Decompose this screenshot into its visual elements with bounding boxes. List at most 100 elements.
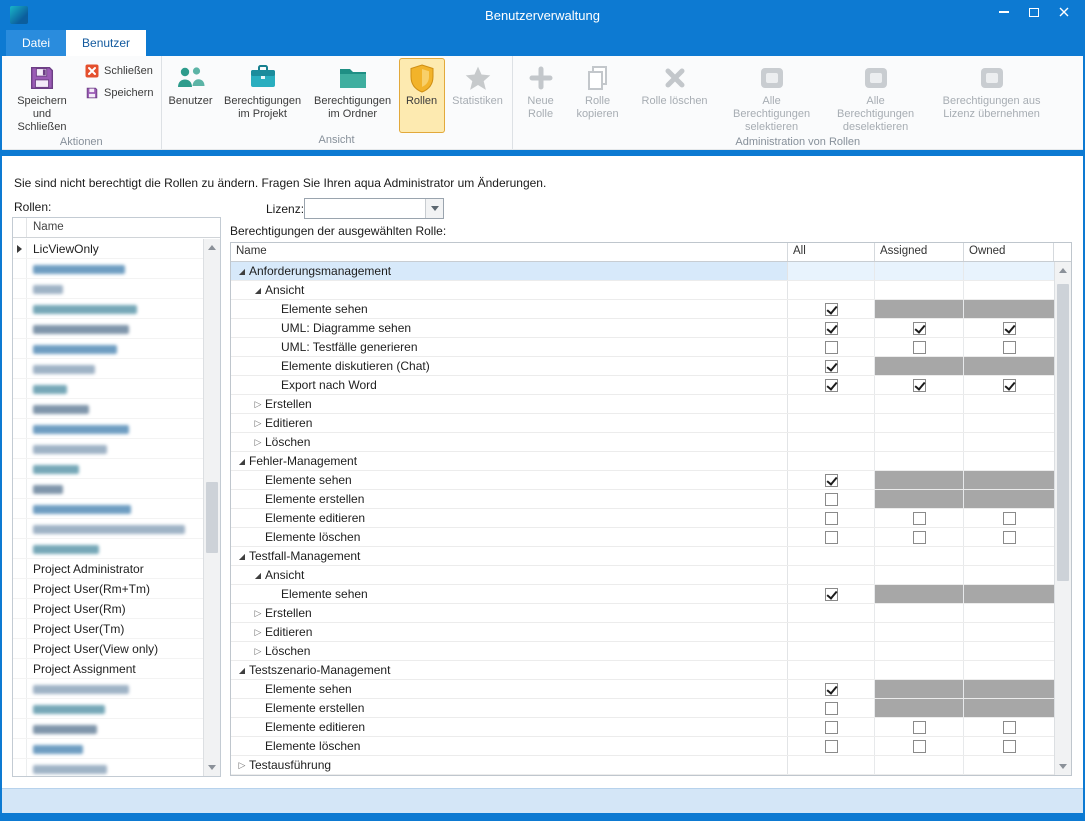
- permission-row[interactable]: Testfall-Management: [231, 547, 1054, 566]
- tree-expander-icon[interactable]: [251, 571, 265, 580]
- checkbox-unchecked[interactable]: [1003, 341, 1016, 354]
- benutzer-button[interactable]: Benutzer: [165, 58, 217, 133]
- role-list-item[interactable]: [13, 339, 203, 359]
- column-header-assigned[interactable]: Assigned: [875, 243, 964, 261]
- column-header-name[interactable]: Name: [231, 243, 788, 261]
- checkbox-unchecked[interactable]: [913, 740, 926, 753]
- checkbox-unchecked[interactable]: [825, 531, 838, 544]
- permission-row[interactable]: Elemente sehen: [231, 300, 1054, 319]
- permission-row[interactable]: Löschen: [231, 642, 1054, 661]
- permissions-scroll-up-button[interactable]: [1055, 262, 1072, 279]
- permission-row[interactable]: Ansicht: [231, 281, 1054, 300]
- role-list-item[interactable]: [13, 399, 203, 419]
- checkbox-checked[interactable]: [825, 474, 838, 487]
- checkbox-unchecked[interactable]: [825, 740, 838, 753]
- permission-row[interactable]: Testszenario-Management: [231, 661, 1054, 680]
- permission-row[interactable]: Editieren: [231, 414, 1054, 433]
- role-list-item[interactable]: Project User(Tm): [13, 619, 203, 639]
- maximize-button[interactable]: [1019, 0, 1049, 24]
- berechtigungen-ordner-button[interactable]: Berechtigungen im Ordner: [309, 58, 397, 133]
- permission-row[interactable]: Elemente sehen: [231, 471, 1054, 490]
- checkbox-checked[interactable]: [825, 588, 838, 601]
- checkbox-checked[interactable]: [913, 379, 926, 392]
- permission-row[interactable]: Erstellen: [231, 395, 1054, 414]
- tab-datei[interactable]: Datei: [6, 30, 66, 56]
- checkbox-unchecked[interactable]: [913, 531, 926, 544]
- role-list-item[interactable]: LicViewOnly: [13, 239, 203, 259]
- permission-row[interactable]: Testausführung: [231, 756, 1054, 775]
- permission-row[interactable]: Elemente editieren: [231, 718, 1054, 737]
- role-list-item[interactable]: [13, 539, 203, 559]
- permission-row[interactable]: Anforderungsmanagement: [231, 262, 1054, 281]
- berechtigungen-projekt-button[interactable]: Berechtigungen im Projekt: [219, 58, 307, 133]
- tree-expander-icon[interactable]: [251, 608, 265, 619]
- checkbox-checked[interactable]: [825, 322, 838, 335]
- checkbox-unchecked[interactable]: [913, 341, 926, 354]
- role-list-item[interactable]: Project Assignment: [13, 659, 203, 679]
- tree-expander-icon[interactable]: [251, 399, 265, 410]
- checkbox-checked[interactable]: [913, 322, 926, 335]
- role-list-item[interactable]: Project User(Rm): [13, 599, 203, 619]
- checkbox-unchecked[interactable]: [913, 512, 926, 525]
- checkbox-unchecked[interactable]: [825, 512, 838, 525]
- checkbox-checked[interactable]: [825, 360, 838, 373]
- column-header-owned[interactable]: Owned: [964, 243, 1054, 261]
- save-and-close-button[interactable]: Speichern und Schließen: [5, 58, 79, 135]
- permission-row[interactable]: Elemente sehen: [231, 680, 1054, 699]
- permission-row[interactable]: UML: Diagramme sehen: [231, 319, 1054, 338]
- rollen-button[interactable]: Rollen: [399, 58, 445, 133]
- role-list-item[interactable]: [13, 279, 203, 299]
- permission-row[interactable]: Löschen: [231, 433, 1054, 452]
- permission-row[interactable]: Erstellen: [231, 604, 1054, 623]
- permission-row[interactable]: UML: Testfälle generieren: [231, 338, 1054, 357]
- tree-expander-icon[interactable]: [251, 646, 265, 657]
- role-list-item[interactable]: Project Administrator: [13, 559, 203, 579]
- tab-benutzer[interactable]: Benutzer: [66, 30, 146, 56]
- permission-row[interactable]: Export nach Word: [231, 376, 1054, 395]
- checkbox-checked[interactable]: [1003, 322, 1016, 335]
- tree-expander-icon[interactable]: [235, 457, 249, 466]
- roles-scrollbar[interactable]: [203, 239, 220, 776]
- role-list-item[interactable]: [13, 359, 203, 379]
- checkbox-unchecked[interactable]: [825, 341, 838, 354]
- permission-row[interactable]: Elemente editieren: [231, 509, 1054, 528]
- roles-scroll-thumb[interactable]: [206, 482, 218, 552]
- permissions-scroll-thumb[interactable]: [1057, 284, 1069, 581]
- checkbox-unchecked[interactable]: [913, 721, 926, 734]
- roles-list-header[interactable]: Name: [13, 218, 220, 238]
- role-list-item[interactable]: Project User(View only): [13, 639, 203, 659]
- checkbox-checked[interactable]: [825, 303, 838, 316]
- role-list-item[interactable]: [13, 459, 203, 479]
- license-combobox[interactable]: [304, 198, 444, 219]
- checkbox-unchecked[interactable]: [1003, 740, 1016, 753]
- role-list-item[interactable]: [13, 699, 203, 719]
- checkbox-unchecked[interactable]: [1003, 531, 1016, 544]
- permissions-scroll-track[interactable]: [1055, 279, 1071, 758]
- role-list-item[interactable]: [13, 379, 203, 399]
- role-list-item[interactable]: [13, 739, 203, 759]
- role-list-item[interactable]: [13, 439, 203, 459]
- roles-scroll-track[interactable]: [204, 256, 220, 759]
- role-list-item[interactable]: [13, 719, 203, 739]
- permission-row[interactable]: Elemente löschen: [231, 737, 1054, 756]
- tree-expander-icon[interactable]: [251, 286, 265, 295]
- role-list-item[interactable]: [13, 499, 203, 519]
- close-button[interactable]: [1049, 0, 1079, 24]
- tree-expander-icon[interactable]: [235, 666, 249, 675]
- permission-row[interactable]: Ansicht: [231, 566, 1054, 585]
- checkbox-checked[interactable]: [1003, 379, 1016, 392]
- checkbox-unchecked[interactable]: [825, 702, 838, 715]
- role-list-item[interactable]: [13, 479, 203, 499]
- checkbox-unchecked[interactable]: [825, 721, 838, 734]
- tree-expander-icon[interactable]: [235, 552, 249, 561]
- roles-scroll-down-button[interactable]: [204, 759, 221, 776]
- permission-row[interactable]: Editieren: [231, 623, 1054, 642]
- permission-row[interactable]: Elemente erstellen: [231, 699, 1054, 718]
- permission-row[interactable]: Fehler-Management: [231, 452, 1054, 471]
- role-list-item[interactable]: [13, 319, 203, 339]
- column-header-all[interactable]: All: [788, 243, 875, 261]
- tree-expander-icon[interactable]: [235, 267, 249, 276]
- tree-expander-icon[interactable]: [251, 627, 265, 638]
- checkbox-unchecked[interactable]: [1003, 512, 1016, 525]
- license-combobox-dropdown-button[interactable]: [425, 199, 443, 218]
